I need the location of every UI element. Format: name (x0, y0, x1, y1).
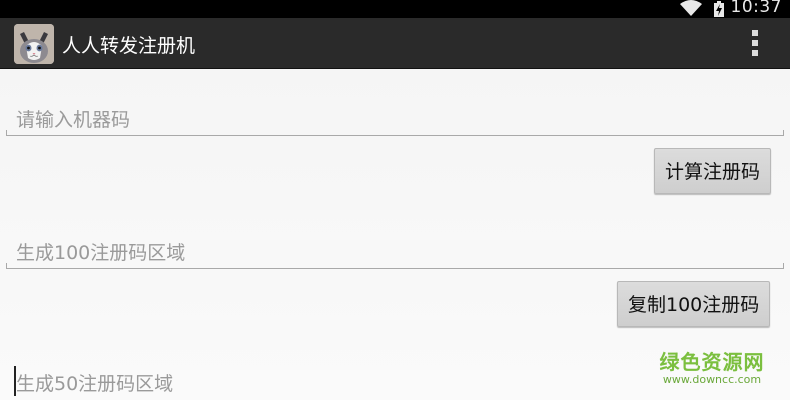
codes-100-underline (6, 263, 784, 269)
watermark-name: 绿色资源网 (659, 350, 765, 374)
compute-code-button[interactable]: 计算注册码 (654, 148, 772, 194)
machine-code-input[interactable]: 请输入机器码 (6, 102, 784, 136)
machine-code-underline (6, 130, 784, 136)
cat-app-icon[interactable] (14, 24, 54, 64)
compute-code-label: 计算注册码 (665, 161, 761, 183)
app-title: 人人转发注册机 (62, 35, 196, 57)
copy-100-codes-button[interactable]: 复制100注册码 (617, 281, 771, 327)
codes-100-placeholder: 生成100注册码区域 (16, 242, 186, 264)
status-time: 10:37 (730, 0, 782, 17)
watermark-url: www.downcc.com (662, 373, 762, 386)
copy-100-codes-label: 复制100注册码 (628, 294, 760, 316)
battery-charging-icon (714, 1, 724, 17)
machine-code-placeholder: 请输入机器码 (16, 109, 131, 131)
codes-100-field[interactable]: 生成100注册码区域 (6, 235, 784, 269)
codes-50-placeholder: 生成50注册码区域 (16, 373, 174, 395)
overflow-menu-icon[interactable] (740, 26, 770, 60)
action-bar: 人人转发注册机 (0, 18, 790, 69)
site-watermark: 绿色资源网 www.downcc.com (654, 346, 770, 386)
status-bar: 10:37 (0, 0, 790, 18)
wifi-icon (680, 0, 702, 16)
